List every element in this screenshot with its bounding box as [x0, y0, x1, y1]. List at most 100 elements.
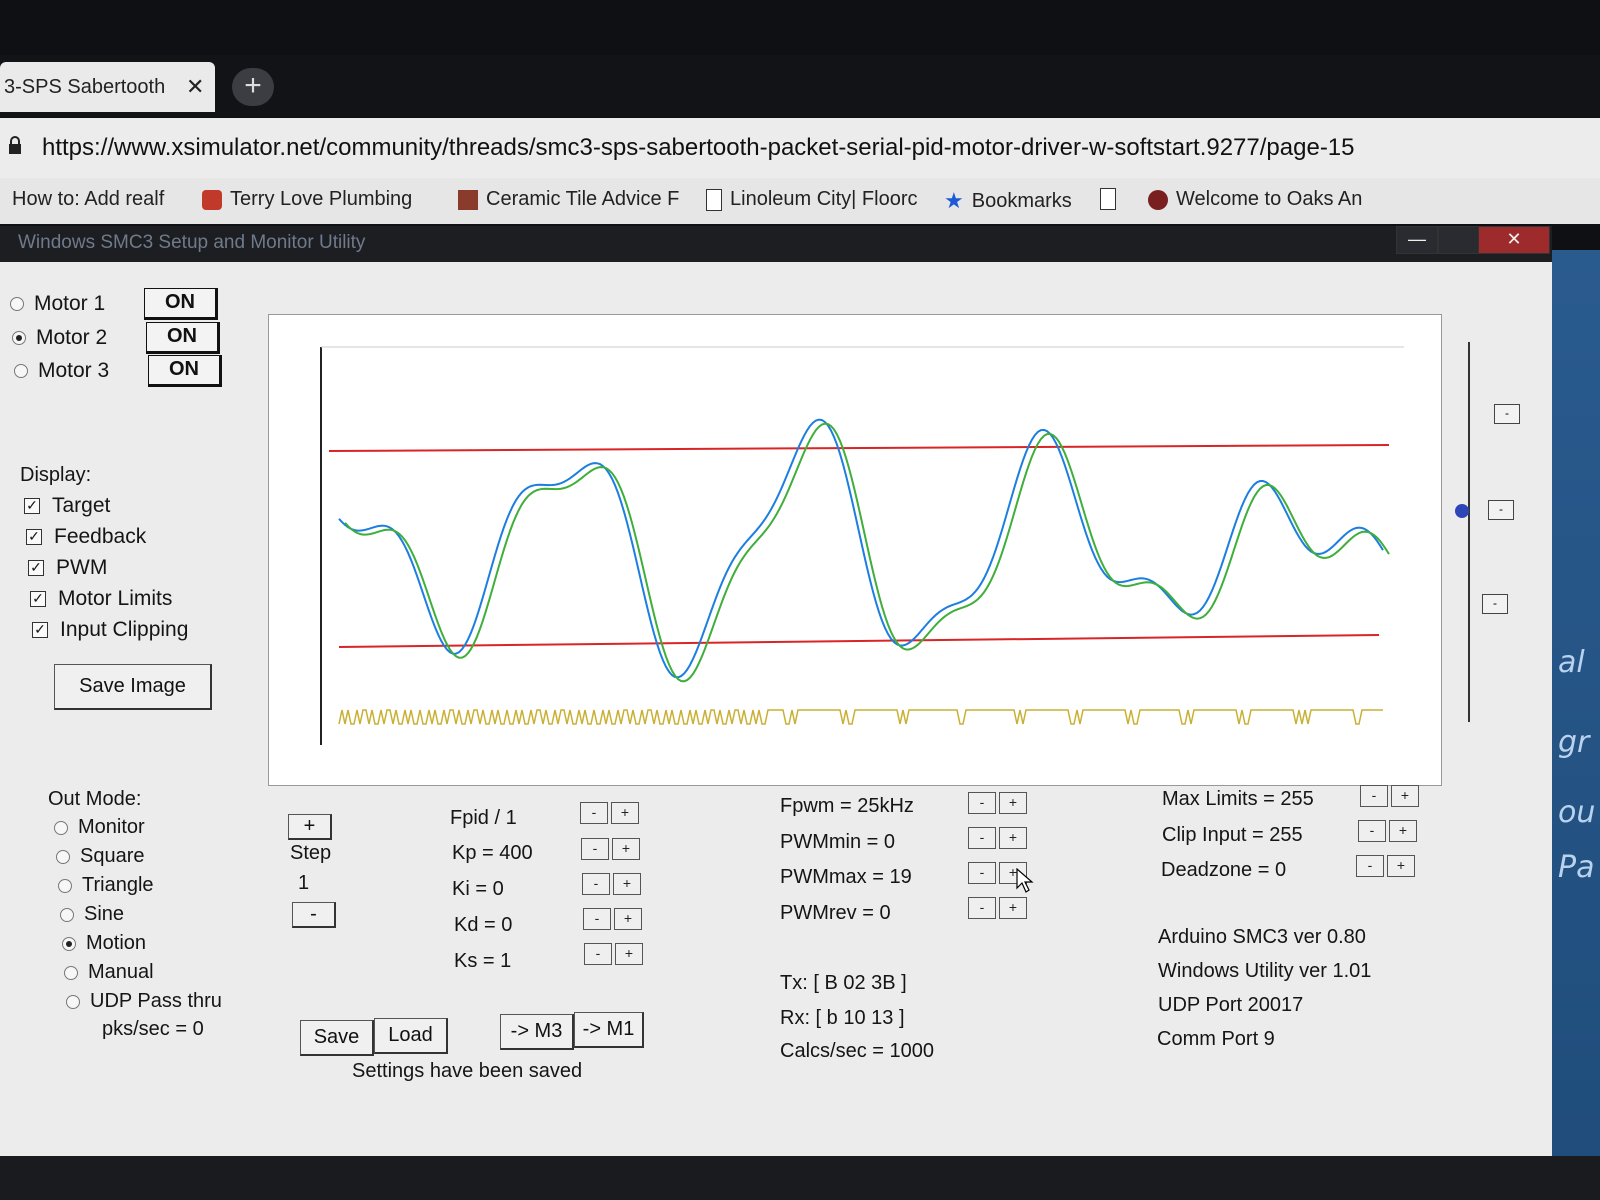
motor-limits-checkbox[interactable]: ✓ Motor Limits	[30, 587, 172, 611]
mode-triangle-radio[interactable]: Triangle	[58, 874, 154, 897]
checkbox-box: ✓	[32, 622, 48, 638]
vertical-slider-knob[interactable]	[1455, 504, 1469, 518]
input-clipping-checkbox[interactable]: ✓ Input Clipping	[32, 618, 188, 642]
clip-input-label: Clip Input = 255	[1162, 824, 1303, 846]
fpwm-stepper[interactable]: - +	[968, 792, 1027, 814]
plus-button[interactable]: +	[613, 873, 641, 895]
load-button[interactable]: Load	[374, 1018, 448, 1054]
checkbox-box: ✓	[24, 498, 40, 514]
kd-stepper[interactable]: - +	[583, 908, 642, 930]
minus-button[interactable]: -	[580, 802, 608, 824]
minus-button[interactable]: -	[968, 827, 996, 849]
radio-label: Sine	[84, 903, 125, 925]
minus-button[interactable]: -	[968, 862, 996, 884]
feedback-checkbox[interactable]: ✓ Feedback	[26, 525, 146, 549]
plus-button[interactable]: +	[611, 802, 639, 824]
to-m3-button[interactable]: -> M3	[500, 1014, 574, 1050]
plus-button[interactable]: +	[1389, 820, 1417, 842]
kp-stepper[interactable]: - +	[581, 838, 640, 860]
deadzone-stepper[interactable]: - +	[1356, 855, 1415, 877]
motor-1-on-button[interactable]: ON	[144, 288, 218, 320]
clip-input-stepper[interactable]: - +	[1358, 820, 1417, 842]
plus-button[interactable]: +	[612, 838, 640, 860]
save-image-button[interactable]: Save Image	[54, 664, 212, 710]
pwmmin-stepper[interactable]: - +	[968, 827, 1027, 849]
scale-button[interactable]: -	[1494, 404, 1520, 424]
udp-port: UDP Port 20017	[1158, 994, 1304, 1016]
max-limits-stepper[interactable]: - +	[1360, 785, 1419, 807]
browser-tab[interactable]: 3-SPS Sabertooth ✕	[0, 62, 215, 112]
checkbox-label: Feedback	[54, 525, 147, 548]
save-button[interactable]: Save	[300, 1020, 374, 1056]
plus-button[interactable]: +	[999, 897, 1027, 919]
step-plus-button[interactable]: +	[288, 814, 332, 840]
motor-1-radio[interactable]: Motor 1	[10, 292, 105, 316]
plus-button[interactable]: +	[614, 908, 642, 930]
mode-monitor-radio[interactable]: Monitor	[54, 816, 145, 839]
minus-button[interactable]: -	[968, 792, 996, 814]
tab-title: 3-SPS Sabertooth	[4, 75, 166, 98]
to-m1-button[interactable]: -> M1	[574, 1012, 644, 1048]
bookmark-item[interactable]: ★ Bookmarks	[944, 188, 1072, 214]
bookmark-item[interactable]: How to: Add realf	[12, 188, 164, 211]
maximize-button[interactable]	[1438, 226, 1480, 254]
ki-stepper[interactable]: - +	[582, 873, 641, 895]
minus-button[interactable]: -	[581, 838, 609, 860]
plus-button[interactable]: +	[999, 792, 1027, 814]
kd-label: Kd = 0	[454, 914, 513, 936]
motor-3-on-button[interactable]: ON	[148, 355, 222, 387]
target-checkbox[interactable]: ✓ Target	[24, 494, 110, 518]
scale-button[interactable]: -	[1488, 500, 1514, 520]
radio-dot	[60, 907, 74, 922]
mode-square-radio[interactable]: Square	[56, 845, 145, 868]
motor-3-radio[interactable]: Motor 3	[14, 359, 109, 383]
plus-button[interactable]: +	[999, 827, 1027, 849]
bookmark-item[interactable]: Linoleum City| Floorc	[706, 188, 917, 211]
bookmark-item[interactable]	[1100, 188, 1116, 210]
new-tab-button[interactable]: +	[232, 68, 274, 106]
vertical-slider-track[interactable]	[1468, 342, 1476, 722]
windows-version: Windows Utility ver 1.01	[1158, 960, 1372, 982]
checkbox-label: PWM	[56, 556, 108, 579]
scale-button[interactable]: -	[1482, 594, 1508, 614]
close-icon[interactable]: ✕	[186, 74, 204, 100]
motor-2-on-button[interactable]: ON	[146, 322, 220, 354]
mode-sine-radio[interactable]: Sine	[60, 903, 124, 926]
bookmark-item[interactable]: Terry Love Plumbing	[202, 188, 412, 211]
minus-button[interactable]: -	[968, 897, 996, 919]
bookmark-item[interactable]: Ceramic Tile Advice F	[458, 188, 679, 211]
minimize-button[interactable]: —	[1396, 226, 1438, 254]
ks-stepper[interactable]: - +	[584, 943, 643, 965]
radio-label: Manual	[88, 961, 154, 983]
checkbox-box: ✓	[26, 529, 42, 545]
minus-button[interactable]: -	[1356, 855, 1384, 877]
motor-2-radio[interactable]: Motor 2	[12, 326, 107, 350]
minus-button[interactable]: -	[1358, 820, 1386, 842]
max-limits-label: Max Limits = 255	[1162, 788, 1314, 810]
bg-text: ou	[1558, 795, 1596, 830]
checkbox-label: Motor Limits	[58, 587, 173, 610]
checkbox-label: Target	[52, 494, 111, 517]
minus-button[interactable]: -	[1360, 785, 1388, 807]
minus-button[interactable]: -	[582, 873, 610, 895]
url-text[interactable]: https://www.xsimulator.net/community/thr…	[42, 134, 1355, 162]
minus-button[interactable]: -	[584, 943, 612, 965]
radio-label: Motor 3	[38, 359, 110, 382]
pwmrev-stepper[interactable]: - +	[968, 897, 1027, 919]
close-button[interactable]: ✕	[1478, 226, 1550, 254]
minus-button[interactable]: -	[583, 908, 611, 930]
mode-udp-radio[interactable]: UDP Pass thru	[66, 990, 222, 1013]
mode-manual-radio[interactable]: Manual	[64, 961, 154, 984]
pwm-checkbox[interactable]: ✓ PWM	[28, 556, 107, 580]
mode-motion-radio[interactable]: Motion	[62, 932, 146, 955]
step-minus-button[interactable]: -	[292, 902, 336, 928]
plus-button[interactable]: +	[1387, 855, 1415, 877]
arduino-version: Arduino SMC3 ver 0.80	[1158, 926, 1366, 948]
bookmark-item[interactable]: Welcome to Oaks An	[1148, 188, 1362, 211]
plus-button[interactable]: +	[1391, 785, 1419, 807]
fpid-stepper[interactable]: - +	[580, 802, 639, 824]
plus-button[interactable]: +	[615, 943, 643, 965]
site-icon	[458, 189, 478, 210]
address-bar[interactable]: https://www.xsimulator.net/community/thr…	[0, 118, 1600, 178]
radio-label: Motion	[86, 932, 147, 954]
